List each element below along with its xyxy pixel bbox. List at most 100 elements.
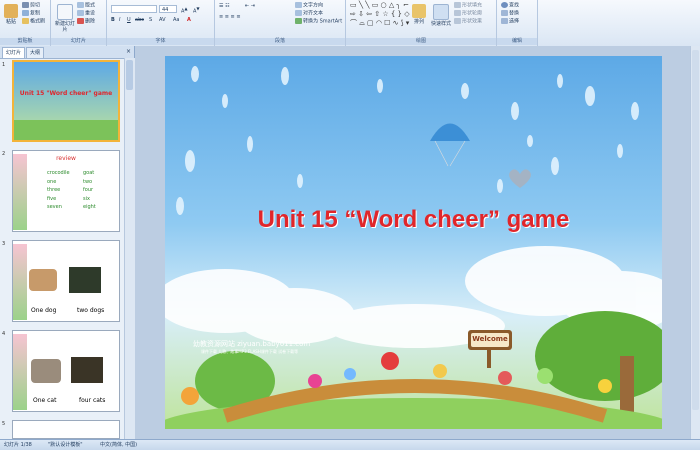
slide-thumbnail-1[interactable]: Unit 15 "Word cheer" game [12,60,120,142]
slide-background-art [165,66,662,429]
new-slide-button[interactable]: 新建幻灯片 [55,4,75,33]
paragraph-group: ☰ ☷ ⇤ ⇥ ≡ ≡ ≡ ≡ 文字方向 对齐文本 转换为 SmartArt 段… [215,0,346,46]
panel-scrollbar[interactable] [124,58,135,439]
shapes-gallery-row2[interactable]: ⇨ ⇩ ⇦ ⇧ ☆ { } ◇ [350,11,410,18]
paste-icon [4,4,18,18]
ribbon: 粘贴 剪切 复制 格式刷 剪贴板 新建幻灯片 版式 重设 删除 幻灯片 44 A… [0,0,700,47]
paragraph-label: 段落 [215,38,345,45]
copy-button[interactable]: 复制 [22,10,40,18]
shape-outline-button[interactable]: 形状轮廓 [454,10,482,18]
italic-button[interactable]: I [119,17,120,24]
thumbnail-flowers [13,154,27,230]
caption: One dog [31,307,57,314]
align-text-icon [295,10,302,16]
spacing-button[interactable]: AV [159,17,166,24]
delete-button[interactable]: 删除 [77,18,95,26]
bold-button[interactable]: B [111,17,115,24]
paste-button[interactable]: 粘贴 [2,4,20,25]
cut-button[interactable]: 剪切 [22,2,40,10]
tab-outline[interactable]: 大纲 [26,47,45,58]
shape-fill-button[interactable]: 形状填充 [454,2,482,10]
slide-editor: Unit 15 “Word cheer” game 幼教资源网站 ziyuan.… [135,46,700,439]
slide-number: 1 [2,62,6,68]
font-color-button[interactable]: A [187,17,191,24]
word-list-right: goat two four six eight [83,169,96,212]
smartart-button[interactable]: 转换为 SmartArt [295,18,342,26]
thumbnail-flowers [13,244,27,320]
close-icon[interactable]: × [126,48,131,55]
scroll-thumb[interactable] [692,50,699,410]
find-icon [501,2,508,8]
welcome-sign-text: Welcome [472,335,508,343]
arrange-button[interactable]: 排列 [410,4,428,25]
shrink-font-button[interactable]: A▼ [193,5,200,16]
grow-font-button[interactable]: A▲ [181,5,188,16]
word-list-left: crocodile one three five seven [47,169,70,212]
balloon [430,123,470,167]
word: seven [47,204,62,210]
status-bar: 幻灯片 1/38 "默认设计模板" 中文(简体, 中国) [0,439,700,450]
font-name-select[interactable] [111,5,157,13]
drawing-group: ▭ ╲ ╲ ▭ ○ △ ╮ ⌐ ⇨ ⇩ ⇦ ⇧ ☆ { } ◇ ⌒ ⌓ ▢ ◠ … [346,0,497,46]
slide-title[interactable]: Unit 15 “Word cheer” game [165,206,662,234]
format-painter-button[interactable]: 格式刷 [22,18,45,26]
word: crocodile [47,170,70,176]
cat-picture [31,359,61,383]
watermark-subtext: 课件下载 儿歌、故事MP3 FLASH课件下载 试卷下载等 [201,349,299,354]
thumbnail-flowers [13,334,27,410]
select-icon [501,18,508,24]
strikethrough-button[interactable]: abc [135,17,144,24]
text-direction-button[interactable]: 文字方向 [295,2,323,10]
dogs-picture [69,267,101,293]
text-direction-icon [295,2,302,8]
caption: two dogs [77,307,105,314]
shapes-gallery-row3[interactable]: ⌒ ⌓ ▢ ◠ ☐ ∿ ⟆ ▾ [350,20,409,27]
clipboard-label: 剪贴板 [0,38,50,45]
indent-button[interactable]: ⇤ ⇥ [245,3,255,10]
editor-scrollbar[interactable] [690,46,700,439]
scroll-thumb[interactable] [126,60,133,90]
watermark-text: 幼教资源网站 ziyuan.baby611.com [193,340,311,348]
slide-number: 4 [2,331,6,337]
slide-thumbnail-3[interactable]: One dog two dogs [12,240,120,322]
raindrops [176,66,639,215]
editing-group: 查找 替换 选择 编辑 [497,0,538,46]
word: five [47,195,57,202]
paint-bucket-icon [454,2,461,8]
word: four [83,187,94,193]
align-text-button[interactable]: 对齐文本 [295,10,323,18]
effects-icon [454,18,461,24]
slide-thumbnail-4[interactable]: One cat four cats [12,330,120,412]
font-size-select[interactable]: 44 [159,5,177,13]
slide-thumbnail-2[interactable]: review crocodile one three five seven go… [12,150,120,232]
arrange-icon [412,4,426,18]
select-button[interactable]: 选择 [501,18,519,26]
replace-button[interactable]: 替换 [501,10,519,18]
change-case-button[interactable]: Aa [173,17,179,24]
layout-button[interactable]: 版式 [77,2,95,10]
reset-button[interactable]: 重设 [77,10,95,18]
find-button[interactable]: 查找 [501,2,519,10]
quick-styles-button[interactable]: 快速样式 [430,4,452,27]
align-buttons[interactable]: ≡ ≡ ≡ ≡ [219,14,241,21]
underline-button[interactable]: U [127,17,131,24]
word: eight [83,204,96,210]
delete-icon [77,18,84,24]
shapes-gallery[interactable]: ▭ ╲ ╲ ▭ ○ △ ╮ ⌐ [350,2,409,9]
slide-number: 5 [2,421,6,427]
shape-effects-button[interactable]: 形状效果 [454,18,482,26]
slides-group: 新建幻灯片 版式 重设 删除 幻灯片 [51,0,107,46]
shadow-button[interactable]: S [149,17,152,24]
font-group: 44 A▲ A▼ B I U abc S AV Aa A 字体 [107,0,215,46]
slides-panel: 幻灯片 大纲 × 1 Unit 15 "Word cheer" game 2 r… [0,46,135,439]
slide-canvas[interactable]: Unit 15 “Word cheer” game 幼教资源网站 ziyuan.… [165,56,662,429]
pen-icon [454,10,461,16]
word: goat [83,170,95,176]
bullets-button[interactable]: ☰ ☷ [219,3,230,10]
dog-picture [29,269,57,291]
replace-icon [501,10,508,16]
new-slide-icon [57,4,73,20]
caption: four cats [79,397,106,404]
tab-slides[interactable]: 幻灯片 [2,47,26,58]
slide-thumbnail-5[interactable] [12,420,120,439]
